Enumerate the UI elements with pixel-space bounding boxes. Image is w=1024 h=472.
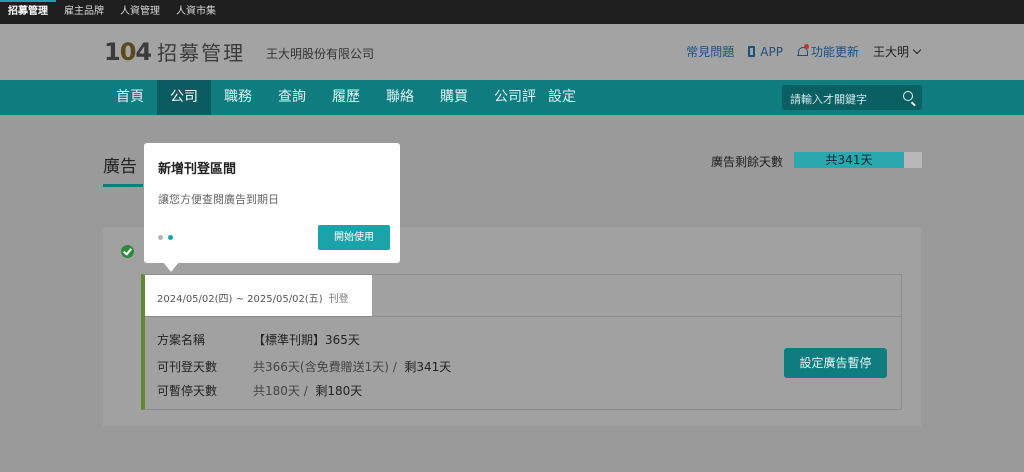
publish-days-total: 共366天(含免費贈送1天) /	[253, 360, 397, 374]
product-tab-hr-market[interactable]: 人資市集	[168, 0, 224, 24]
nav-purchase[interactable]: 購買	[427, 80, 481, 115]
user-name: 王大明	[872, 45, 909, 59]
product-bar: 招募管理 雇主品牌 人資管理 人資市集	[0, 0, 1024, 24]
bell-icon	[796, 44, 809, 57]
product-tab-hr[interactable]: 人資管理	[112, 0, 168, 24]
period-range: 2024/05/02(四) ~ 2025/05/02(五) 刊登	[157, 290, 349, 305]
period-dates: 2024/05/02(四) ~ 2025/05/02(五)	[157, 294, 323, 305]
user-menu[interactable]: 王大明	[872, 43, 922, 60]
page-title: 廣告	[103, 157, 137, 177]
faq-label: 常見問題	[686, 45, 735, 59]
publish-days-row: 可刊登天數 共366天(含免費贈送1天) / 剩341天	[157, 358, 451, 375]
remaining-days-text: 共341天	[825, 153, 873, 167]
notification-dot	[803, 44, 809, 49]
faq-link[interactable]: 常見問題	[686, 43, 734, 60]
plan-row: 方案名稱 【標準刊期】365天	[157, 331, 360, 348]
site-header: 104 招募管理 王大明股份有限公司 常見問題 APP 功能更新 王大明	[0, 24, 1024, 80]
ad-period-card: 2024/05/02(四) ~ 2025/05/02(五) 刊登 方案名稱 【標準刊…	[141, 274, 902, 410]
chevron-down-icon	[912, 45, 922, 54]
header-links: 常見問題 APP 功能更新 王大明	[672, 43, 922, 60]
app-label: APP	[760, 44, 783, 59]
nav-contact[interactable]: 聯絡	[373, 80, 427, 115]
plan-label: 方案名稱	[157, 333, 206, 347]
app-link[interactable]: APP	[748, 45, 783, 59]
set-ad-pause-button[interactable]: 設定廣告暫停	[784, 348, 887, 378]
plan-value: 【標準刊期】365天	[253, 333, 360, 347]
pause-days-label: 可暫停天數	[157, 384, 218, 398]
remaining-days-bar: 共341天	[794, 152, 922, 168]
publish-days-remaining: 剩341天	[404, 360, 452, 374]
step-dot-1[interactable]	[158, 235, 163, 240]
card-divider	[145, 316, 902, 317]
company-name: 王大明股份有限公司	[266, 47, 375, 61]
check-circle-icon	[121, 245, 134, 258]
period-tab[interactable]: 2024/05/02(四) ~ 2025/05/02(五) 刊登	[145, 275, 372, 316]
nav-search[interactable]: 查詢	[265, 80, 319, 115]
search-input[interactable]: 請輸入才關鍵字	[782, 85, 922, 110]
logo-number: 104	[104, 38, 152, 66]
product-tab-employer-brand[interactable]: 雇主品牌	[56, 0, 112, 24]
remaining-days-label: 廣告剩餘天數	[711, 155, 784, 169]
updates-link[interactable]: 功能更新	[796, 43, 859, 60]
start-using-button[interactable]: 開始使用	[318, 225, 390, 250]
nav-home[interactable]: 首頁	[103, 80, 157, 115]
title-underline	[103, 184, 143, 187]
updates-label: 功能更新	[810, 45, 859, 59]
phone-icon	[748, 46, 756, 57]
pause-days-row: 可暫停天數 共180天 / 剩180天	[157, 382, 362, 399]
nav-settings[interactable]: 設定	[542, 80, 589, 115]
product-tab-recruit[interactable]: 招募管理	[0, 0, 56, 24]
tooltip-title: 新增刊登區間	[158, 162, 237, 177]
step-dot-2[interactable]	[168, 235, 173, 240]
tooltip-arrow	[163, 262, 179, 272]
nav-company[interactable]: 公司	[157, 80, 211, 115]
feature-tooltip: 新增刊登區間 讓您方便查閱廣告到期日 開始使用	[144, 143, 400, 263]
pause-days-remaining: 剩180天	[315, 384, 363, 398]
search-placeholder: 請輸入才關鍵字	[790, 93, 867, 106]
nav-company-review[interactable]: 公司評	[481, 80, 542, 115]
tooltip-description: 讓您方便查閱廣告到期日	[158, 193, 279, 206]
search-icon[interactable]	[903, 91, 913, 101]
logo[interactable]: 104 招募管理	[104, 37, 245, 66]
nav-resume[interactable]: 履歷	[319, 80, 373, 115]
step-indicator	[158, 235, 178, 240]
main-nav: 首頁 公司 職務 查詢 履歷 聯絡 購買 公司評 設定 請輸入才關鍵字	[0, 80, 1024, 115]
publish-days-label: 可刊登天數	[157, 360, 218, 374]
logo-title: 招募管理	[157, 41, 246, 65]
period-tag: 刊登	[328, 294, 349, 305]
nav-jobs[interactable]: 職務	[211, 80, 265, 115]
pause-days-total: 共180天 /	[253, 384, 308, 398]
